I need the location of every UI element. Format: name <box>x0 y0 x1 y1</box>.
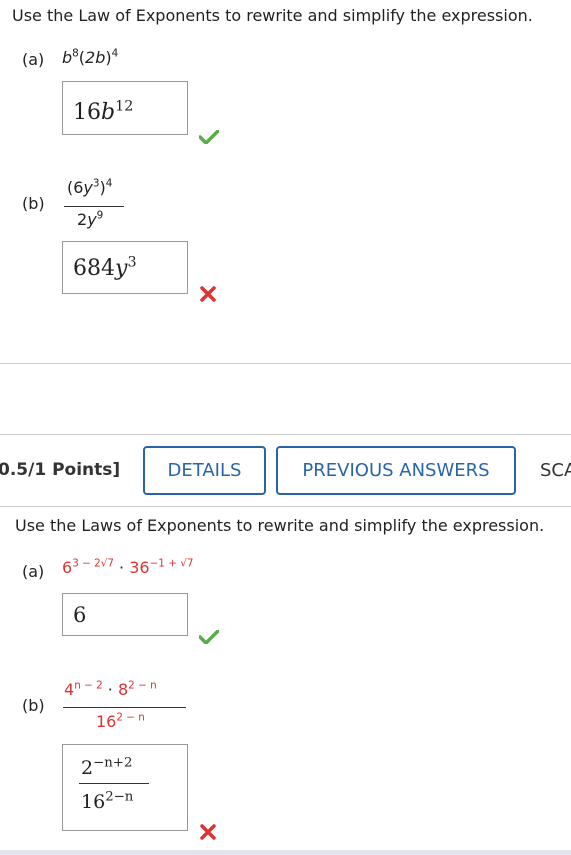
part-b-denominator: 2y9 <box>77 209 104 229</box>
submit-answer-button[interactable]: SCA <box>540 460 571 481</box>
q2-part-b-answer-input[interactable]: 2−n+2 162−n <box>62 744 188 831</box>
x-icon <box>200 286 216 302</box>
part-b-answer-input[interactable]: 684y3 <box>62 241 188 294</box>
part-b-fraction-bar <box>64 206 124 207</box>
section-divider-2 <box>0 434 571 435</box>
q2-part-b-numerator: 4n − 2 · 82 − n <box>64 679 157 699</box>
question-1-prompt: Use the Law of Exponents to rewrite and … <box>12 6 533 25</box>
part-a-answer-input[interactable]: 16b12 <box>62 81 188 135</box>
question-2-prompt: Use the Laws of Exponents to rewrite and… <box>15 516 545 535</box>
check-icon <box>199 130 219 144</box>
bottom-scroll-edge <box>0 850 571 855</box>
check-icon <box>199 630 219 644</box>
q2-part-a-expression: 63 − 2√7 · 36−1 + √7 <box>62 557 194 577</box>
q2-part-a-answer-input[interactable]: 6 <box>62 593 188 636</box>
details-button[interactable]: DETAILS <box>143 446 266 495</box>
x-icon <box>200 824 216 840</box>
q2-part-b-denominator: 162 − n <box>96 711 145 731</box>
part-a-label: (a) <box>22 50 45 69</box>
section-divider-3 <box>0 506 571 507</box>
q2-part-a-label: (a) <box>22 562 45 581</box>
q2-part-b-label: (b) <box>22 696 45 715</box>
points-score: 0.5/1 Points] <box>0 460 121 480</box>
part-b-label: (b) <box>22 194 45 213</box>
q2-part-b-fraction-bar <box>63 707 186 708</box>
part-a-expression: b8(2b)4 <box>62 47 119 67</box>
previous-answers-button[interactable]: PREVIOUS ANSWERS <box>276 446 516 495</box>
section-divider-1 <box>0 363 571 364</box>
part-b-numerator: (6y3)4 <box>67 177 113 197</box>
